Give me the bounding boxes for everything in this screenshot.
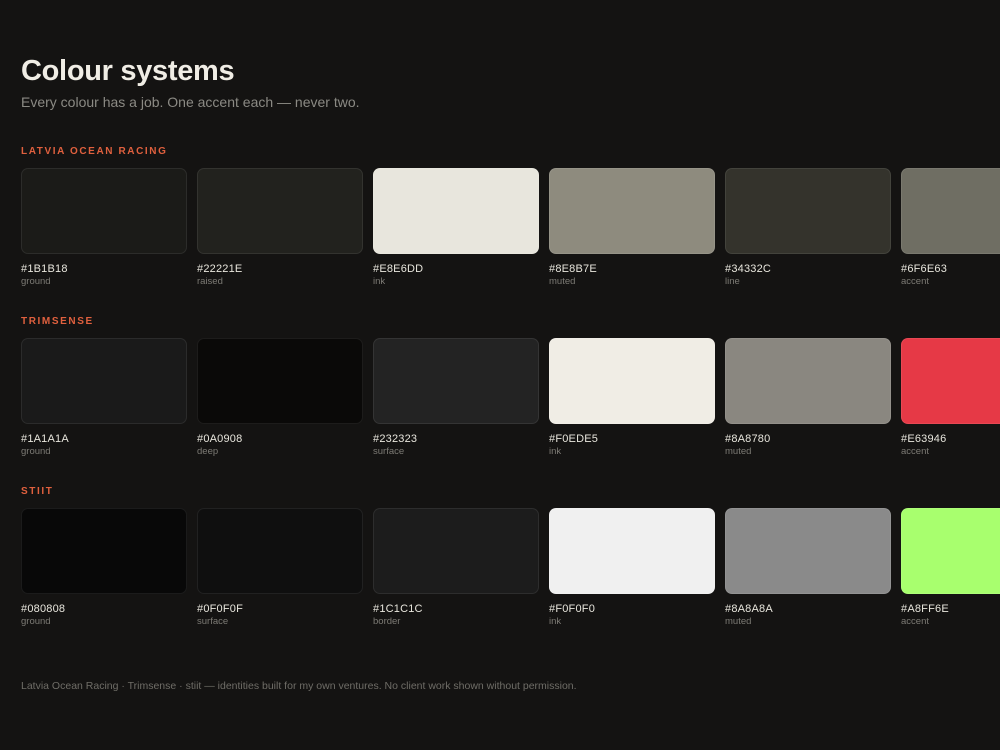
- swatch-role: muted: [725, 616, 752, 627]
- swatch-role: accent: [901, 616, 929, 627]
- swatch-hex: #0A0908: [197, 433, 243, 445]
- swatch-hex: #0F0F0F: [197, 603, 244, 615]
- swatch-chip: [373, 338, 539, 424]
- swatch-role: muted: [725, 446, 752, 457]
- colour-swatch: #1B1B18 ground: [21, 168, 187, 288]
- swatch-chip: [21, 508, 187, 594]
- swatch-chip: [549, 508, 715, 594]
- swatch-hex: #1A1A1A: [21, 433, 69, 445]
- swatch-role: ink: [549, 446, 562, 457]
- swatch-role: line: [725, 276, 740, 287]
- swatch-role: surface: [373, 446, 405, 457]
- colour-swatch: #22221E raised: [197, 168, 363, 288]
- colour-swatch: #232323 surface: [373, 338, 539, 458]
- swatch-role: ground: [21, 276, 51, 287]
- swatch-chip: [549, 338, 715, 424]
- swatch-chip: [373, 508, 539, 594]
- swatch-hex: #F0F0F0: [549, 603, 596, 615]
- swatch-role: raised: [197, 276, 223, 287]
- swatch-role: border: [373, 616, 401, 627]
- swatch-role: muted: [549, 276, 576, 287]
- swatch-hex: #1C1C1C: [373, 603, 423, 615]
- page: Colour systems Every colour has a job. O…: [21, 0, 1000, 750]
- swatch-hex: #080808: [21, 603, 66, 615]
- swatch-chip: [725, 338, 891, 424]
- swatch-hex: #F0EDE5: [549, 433, 599, 445]
- swatch-chip: [21, 338, 187, 424]
- swatch-role: ground: [21, 616, 51, 627]
- swatch-hex: #22221E: [197, 263, 243, 275]
- swatch-hex: #6F6E63: [901, 263, 948, 275]
- colour-swatch: #8A8780 muted: [725, 338, 891, 458]
- colour-swatch: #E8E6DD ink: [373, 168, 539, 288]
- swatch-hex: #34332C: [725, 263, 772, 275]
- swatch-hex: #232323: [373, 433, 418, 445]
- colour-swatch: #A8FF6E accent: [901, 508, 1000, 628]
- swatch-hex: #8A8A8A: [725, 603, 773, 615]
- swatch-chip: [197, 168, 363, 254]
- swatch-hex: #E8E6DD: [373, 263, 424, 275]
- colour-swatch: #1C1C1C border: [373, 508, 539, 628]
- swatch-chip: [21, 168, 187, 254]
- colour-system-section: LATVIA OCEAN RACING #1B1B18 ground #22221E r…: [21, 146, 1000, 296]
- colour-swatch: #080808 ground: [21, 508, 187, 628]
- swatch-hex: #8A8780: [725, 433, 771, 445]
- colour-swatch: #6F6E63 accent: [901, 168, 1000, 288]
- colour-swatch: #1A1A1A ground: [21, 338, 187, 458]
- swatch-chip: [197, 508, 363, 594]
- swatch-chip: [725, 508, 891, 594]
- swatch-hex: #1B1B18: [21, 263, 68, 275]
- swatch-chip: [373, 168, 539, 254]
- swatch-role: accent: [901, 446, 929, 457]
- colour-swatch: #0F0F0F surface: [197, 508, 363, 628]
- colour-system-section: TRIMSENSE #1A1A1A ground #0A0908 deep #232323…: [21, 316, 1000, 466]
- colour-swatch: #E63946 accent: [901, 338, 1000, 458]
- swatch-role: ink: [549, 616, 562, 627]
- swatch-hex: #A8FF6E: [901, 603, 949, 615]
- swatch-chip: [901, 168, 1000, 254]
- swatch-role: ground: [21, 446, 51, 457]
- colour-swatch: #8E8B7E muted: [549, 168, 715, 288]
- swatch-role: ink: [373, 276, 386, 287]
- colour-swatch: #34332C line: [725, 168, 891, 288]
- colour-swatch: #8A8A8A muted: [725, 508, 891, 628]
- swatch-chip: [549, 168, 715, 254]
- colour-swatch: #F0F0F0 ink: [549, 508, 715, 628]
- page-title: Colour systems: [21, 55, 235, 87]
- swatch-role: accent: [901, 276, 929, 287]
- swatch-chip: [901, 508, 1000, 594]
- swatch-role: surface: [197, 616, 229, 627]
- swatch-hex: #E63946: [901, 433, 947, 445]
- footer-note: Latvia Ocean Racing · Trimsense · stiit …: [21, 680, 577, 692]
- swatch-hex: #8E8B7E: [549, 263, 597, 275]
- swatch-role: deep: [197, 446, 219, 457]
- colour-system-section: STIIT #080808 ground #0F0F0F surface #1C1C1C b…: [21, 486, 1000, 636]
- section-label: STIIT: [21, 486, 54, 497]
- colour-swatch: #0A0908 deep: [197, 338, 363, 458]
- section-label: LATVIA OCEAN RACING: [21, 146, 168, 157]
- swatch-chip: [197, 338, 363, 424]
- colour-swatch: #F0EDE5 ink: [549, 338, 715, 458]
- page-subtitle: Every colour has a job. One accent each …: [21, 94, 360, 110]
- swatch-chip: [901, 338, 1000, 424]
- swatch-chip: [725, 168, 891, 254]
- section-label: TRIMSENSE: [21, 316, 94, 327]
